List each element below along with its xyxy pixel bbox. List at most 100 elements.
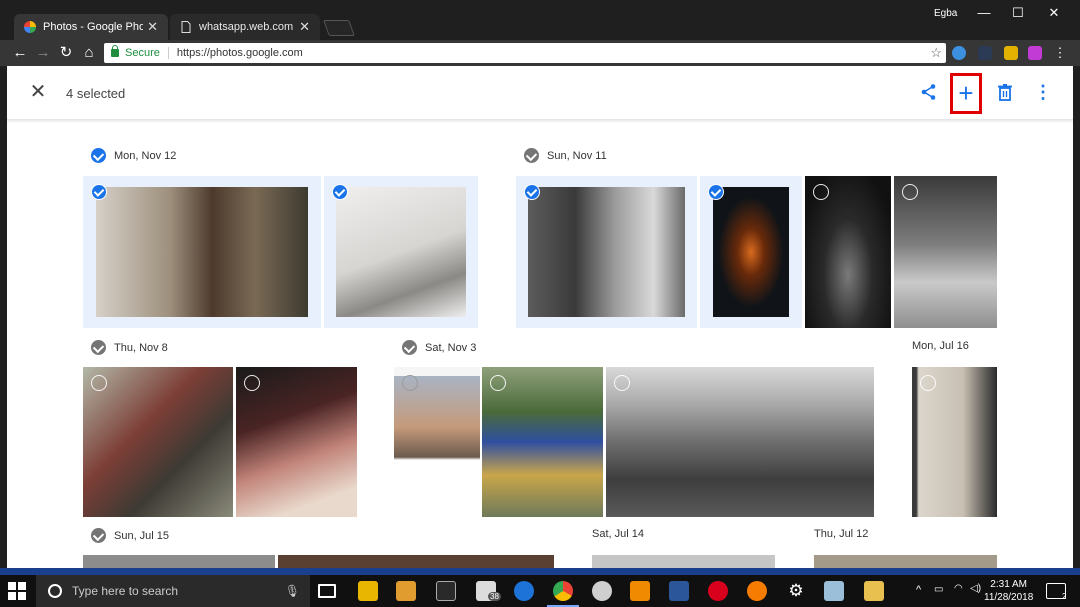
close-selection-icon[interactable]: ✕ <box>29 82 47 102</box>
back-arrow-icon[interactable]: ← <box>10 43 30 63</box>
maximize-button[interactable]: ☐ <box>1000 2 1036 26</box>
app-icon[interactable] <box>747 581 767 601</box>
unselected-circle-icon[interactable] <box>813 184 829 200</box>
more-options-icon[interactable]: ⋮ <box>1032 81 1054 103</box>
windows-start-icon[interactable] <box>8 582 26 600</box>
address-bar[interactable]: Secure https://photos.google.com ☆ <box>104 43 946 63</box>
word-icon[interactable] <box>669 581 689 601</box>
tab-google-photos[interactable]: Photos - Google Photos ✕ <box>14 14 168 40</box>
date-group-header[interactable]: Sat, Jul 14 <box>592 528 644 540</box>
photo-thumbnail-selected[interactable] <box>83 176 321 328</box>
unselected-circle-icon[interactable] <box>902 184 918 200</box>
unselected-circle-icon[interactable] <box>490 375 506 391</box>
photo-thumbnail[interactable] <box>394 367 480 517</box>
photo-thumbnail[interactable] <box>894 176 997 328</box>
tray-chevron-icon[interactable]: ^ <box>916 584 921 596</box>
check-circle-icon[interactable] <box>402 340 417 355</box>
date-group-header[interactable]: Sun, Nov 11 <box>524 148 607 163</box>
photo-thumbnail-selected[interactable] <box>700 176 802 328</box>
check-circle-icon[interactable] <box>91 340 106 355</box>
store-icon[interactable] <box>436 581 456 601</box>
add-to-album-button[interactable]: + <box>953 76 979 110</box>
photo-thumbnail[interactable] <box>805 176 891 328</box>
edge-icon[interactable] <box>514 581 534 601</box>
selected-count: 4 selected <box>66 86 126 101</box>
date-label: Thu, Nov 8 <box>114 341 168 354</box>
taskbar-clock[interactable]: 2:31 AM 11/28/2018 <box>984 578 1033 604</box>
extension-yellow-icon[interactable] <box>1004 46 1018 60</box>
wifi-icon[interactable]: ◠ <box>954 583 963 594</box>
file-explorer-icon[interactable] <box>358 581 378 601</box>
photo-thumbnail[interactable] <box>83 555 275 568</box>
date-group-header[interactable]: Thu, Jul 12 <box>814 528 868 540</box>
photo-thumbnail-selected[interactable] <box>516 176 697 328</box>
media-player-icon[interactable] <box>396 581 416 601</box>
close-window-button[interactable]: ✕ <box>1036 2 1072 26</box>
photo-thumbnail[interactable] <box>592 555 775 568</box>
new-tab-button[interactable] <box>323 20 355 36</box>
unselected-circle-icon[interactable] <box>91 375 107 391</box>
steam-icon[interactable] <box>592 581 612 601</box>
selected-check-icon[interactable] <box>708 184 724 200</box>
photo-thumbnail-selected[interactable] <box>324 176 478 328</box>
paint-icon[interactable] <box>824 581 844 601</box>
unselected-circle-icon[interactable] <box>920 375 936 391</box>
reload-icon[interactable]: ↻ <box>56 43 76 63</box>
photo-thumbnail[interactable] <box>814 555 997 568</box>
folder-icon[interactable] <box>864 581 884 601</box>
opera-icon[interactable] <box>708 581 728 601</box>
check-circle-icon[interactable] <box>91 528 106 543</box>
unselected-circle-icon[interactable] <box>244 375 260 391</box>
chrome-menu-icon[interactable]: ⋮ <box>1050 43 1070 63</box>
selected-check-icon[interactable] <box>524 184 540 200</box>
tab-whatsapp[interactable]: whatsapp.web.com ✕ <box>170 14 320 40</box>
extension-dark-icon[interactable] <box>978 46 992 60</box>
check-circle-icon[interactable] <box>524 148 539 163</box>
share-icon[interactable] <box>918 81 940 103</box>
date-group-header[interactable]: Sun, Jul 15 <box>91 528 169 543</box>
selected-check-icon[interactable] <box>332 184 348 200</box>
vlc-icon[interactable] <box>630 581 650 601</box>
extension-purple-icon[interactable] <box>1028 46 1042 60</box>
photo-thumbnail[interactable] <box>482 367 603 517</box>
profile-name[interactable]: Egba <box>934 8 957 19</box>
photo-thumbnail[interactable] <box>278 555 554 568</box>
volume-icon[interactable]: ◁) <box>970 583 981 594</box>
trash-icon[interactable] <box>994 81 1016 103</box>
date-group-header[interactable]: Mon, Jul 16 <box>912 340 969 352</box>
checked-circle-icon[interactable] <box>91 148 106 163</box>
minimize-button[interactable]: — <box>966 2 1002 26</box>
forward-arrow-icon[interactable]: → <box>33 43 53 63</box>
task-view-icon[interactable] <box>318 584 336 598</box>
photo-image <box>336 187 466 317</box>
bookmark-star-icon[interactable]: ☆ <box>930 45 942 61</box>
date-group-header[interactable]: Mon, Nov 12 <box>91 148 176 163</box>
date-group-header[interactable]: Thu, Nov 8 <box>91 340 168 355</box>
photo-thumbnail[interactable] <box>606 367 874 517</box>
tab-close-icon[interactable]: ✕ <box>147 19 158 35</box>
taskbar-search[interactable]: Type here to search 🎙 <box>36 575 310 607</box>
battery-icon[interactable]: ▭ <box>934 584 943 595</box>
photo-thumbnail[interactable] <box>236 367 357 517</box>
date-group-header[interactable]: Sat, Nov 3 <box>402 340 476 355</box>
selected-check-icon[interactable] <box>91 184 107 200</box>
unselected-circle-icon[interactable] <box>402 375 418 391</box>
url-text[interactable]: https://photos.google.com <box>177 47 303 59</box>
photo-thumbnail[interactable] <box>912 367 997 517</box>
window-border-right <box>1073 66 1080 568</box>
lock-icon <box>111 45 119 57</box>
home-icon[interactable]: ⌂ <box>79 43 99 63</box>
photo-thumbnail[interactable] <box>83 367 233 517</box>
divider <box>167 47 169 59</box>
date-label: Mon, Nov 12 <box>114 149 177 162</box>
date-label: Sun, Nov 11 <box>547 149 607 162</box>
tab-close-icon[interactable]: ✕ <box>299 19 310 35</box>
microphone-icon[interactable]: 🎙 <box>285 584 300 598</box>
google-photos-page: ✕ 4 selected + ⋮ Mon, Nov 12 Sun, Nov 11… <box>7 66 1073 568</box>
settings-gear-icon[interactable]: ⚙ <box>786 581 806 601</box>
secure-label: Secure <box>125 47 160 59</box>
chrome-icon[interactable] <box>547 581 579 607</box>
unselected-circle-icon[interactable] <box>614 375 630 391</box>
extension-globe-icon[interactable] <box>952 46 966 60</box>
page-icon <box>181 21 191 33</box>
